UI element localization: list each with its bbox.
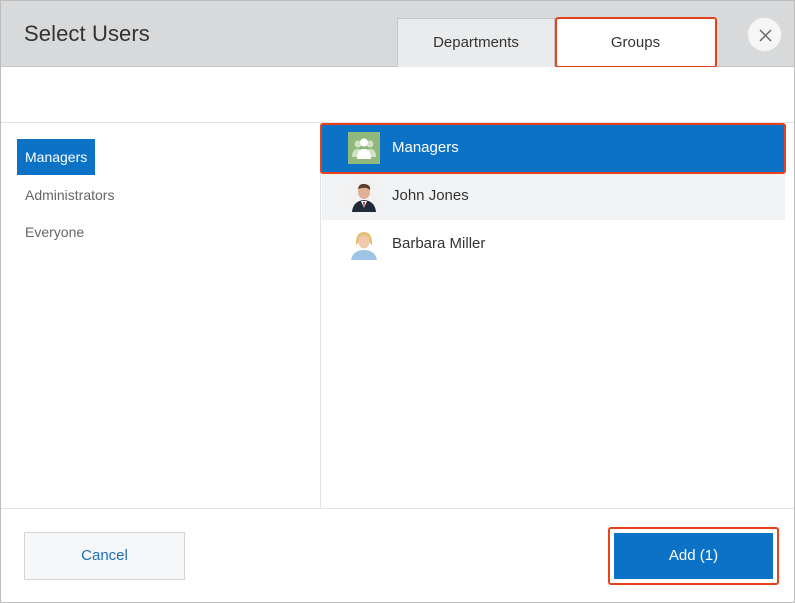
woman-photo [348,228,380,260]
member-name: Managers [392,139,459,156]
dialog-header: Select Users Departments Groups [1,1,794,68]
group-item-managers[interactable]: Managers [17,139,96,175]
dialog-footer: Cancel Add (1) [1,508,794,602]
group-item-administrators[interactable]: Administrators [17,177,122,213]
select-users-dialog: Select Users Departments Groups Managers… [0,0,795,603]
tab-groups[interactable]: Groups [555,18,716,67]
add-button[interactable]: Add (1) [614,533,773,579]
member-name: Barbara Miller [392,235,486,252]
group-item-label: Everyone [25,224,85,240]
cancel-button[interactable]: Cancel [24,532,185,580]
group-item-label: Administrators [25,187,115,203]
dialog-title: Select Users [24,21,150,46]
member-row-managers[interactable]: Managers [322,124,785,172]
cancel-button-label: Cancel [81,547,128,564]
tab-departments-label: Departments [433,34,519,51]
group-item-label: Managers [25,149,88,165]
close-icon [759,29,772,42]
group-icon [348,132,380,164]
tab-departments[interactable]: Departments [397,18,555,67]
close-button[interactable] [747,17,782,52]
member-list: Managers John Jones Barbara Miller [320,123,794,508]
man-photo [348,180,380,212]
toolbar-strip [1,67,794,123]
group-list: Managers Administrators Everyone [1,123,321,508]
member-row-john-jones[interactable]: John Jones [322,172,785,220]
member-row-barbara-miller[interactable]: Barbara Miller [322,220,785,268]
add-button-label: Add (1) [668,547,719,564]
group-item-everyone[interactable]: Everyone [17,214,92,250]
tab-groups-label: Groups [610,34,661,51]
member-name: John Jones [392,187,469,204]
